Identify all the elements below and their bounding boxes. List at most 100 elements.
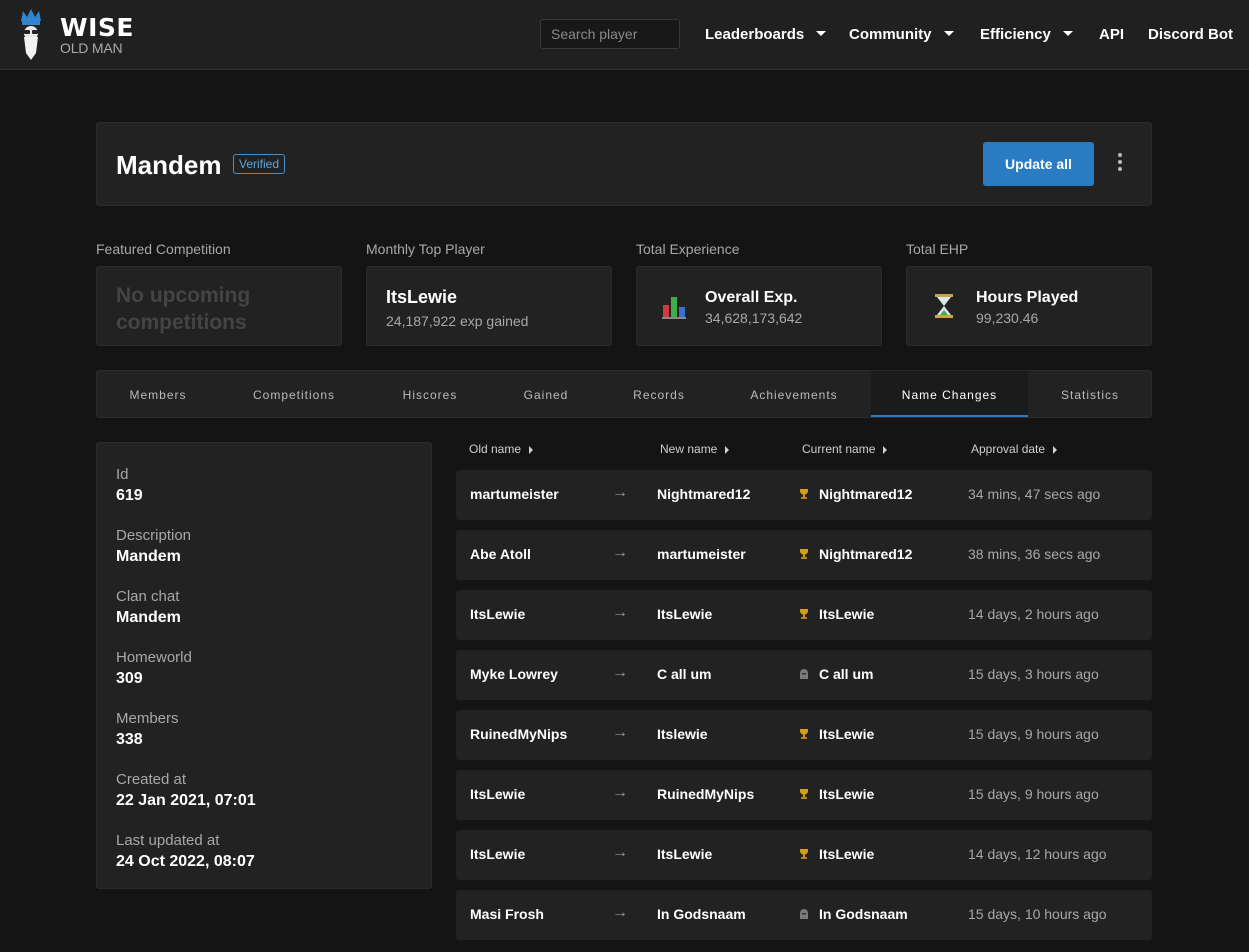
hours-played-value: 99,230.46 bbox=[976, 310, 1039, 326]
detail-created-label: Created at bbox=[116, 771, 187, 788]
current-name-cell[interactable]: C all um bbox=[819, 666, 873, 682]
sort-caret-icon bbox=[529, 446, 534, 454]
monthly-top-player-card[interactable]: ItsLewie 24,187,922 exp gained bbox=[366, 266, 612, 346]
table-row[interactable]: Masi Frosh → In Godsnaam In Godsnaam 15 days… bbox=[456, 890, 1152, 940]
total-ehp-label: Total EHP bbox=[906, 241, 969, 257]
tab-hiscores[interactable]: Hiscores bbox=[369, 371, 491, 417]
new-name-cell[interactable]: RuinedMyNips bbox=[657, 786, 754, 802]
featured-competition-card: No upcoming competitions bbox=[96, 266, 342, 346]
top-player-gained: 24,187,922 exp gained bbox=[386, 313, 529, 329]
old-name-cell[interactable]: ItsLewie bbox=[470, 606, 525, 622]
current-name-cell[interactable]: Nightmared12 bbox=[819, 486, 912, 502]
nav-community[interactable]: Community bbox=[849, 26, 954, 43]
update-all-button[interactable]: Update all bbox=[983, 142, 1094, 186]
nav-api[interactable]: API bbox=[1099, 26, 1124, 43]
arrow-right-icon: → bbox=[612, 904, 628, 921]
approval-date-cell: 15 days, 9 hours ago bbox=[968, 726, 1099, 742]
approval-date-cell: 15 days, 9 hours ago bbox=[968, 786, 1099, 802]
helm-icon bbox=[799, 668, 809, 680]
old-name-cell[interactable]: ItsLewie bbox=[470, 786, 525, 802]
detail-clanchat-value: Mandem bbox=[116, 609, 181, 626]
more-options-icon[interactable] bbox=[1108, 150, 1132, 178]
header-approval-date[interactable]: Approval date bbox=[971, 442, 1058, 456]
nav-discord-bot[interactable]: Discord Bot bbox=[1148, 26, 1233, 43]
table-row[interactable]: Abe Atoll → martumeister Nightmared12 38 min… bbox=[456, 530, 1152, 580]
featured-competition-label: Featured Competition bbox=[96, 241, 231, 257]
new-name-cell[interactable]: C all um bbox=[657, 666, 711, 682]
chevron-down-icon bbox=[816, 31, 827, 36]
group-header: Mandem Verified Update all bbox=[96, 122, 1152, 206]
total-experience-label: Total Experience bbox=[636, 241, 740, 257]
old-name-cell[interactable]: Abe Atoll bbox=[470, 546, 531, 562]
table-row[interactable]: martumeister → Nightmared12 Nightmared12 34 … bbox=[456, 470, 1152, 520]
new-name-cell[interactable]: ItsLewie bbox=[657, 606, 712, 622]
table-row[interactable]: ItsLewie → ItsLewie ItsLewie 14 days, 2 hour… bbox=[456, 590, 1152, 640]
current-name-cell[interactable]: Nightmared12 bbox=[819, 546, 912, 562]
tab-achievements[interactable]: Achievements bbox=[717, 371, 871, 417]
old-name-cell[interactable]: martumeister bbox=[470, 486, 559, 502]
table-row[interactable]: Myke Lowrey → C all um C all um 15 days, 3 h… bbox=[456, 650, 1152, 700]
sort-caret-icon bbox=[725, 446, 730, 454]
total-experience-card: Overall Exp. 34,628,173,642 bbox=[636, 266, 882, 346]
detail-created-value: 22 Jan 2021, 07:01 bbox=[116, 792, 256, 809]
monthly-top-player-label: Monthly Top Player bbox=[366, 241, 485, 257]
table-row[interactable]: ItsLewie → RuinedMyNips ItsLewie 15 days, 9 … bbox=[456, 770, 1152, 820]
current-name-cell[interactable]: ItsLewie bbox=[819, 786, 874, 802]
current-name-cell[interactable]: In Godsnaam bbox=[819, 906, 908, 922]
new-name-cell[interactable]: Itslewie bbox=[657, 726, 708, 742]
detail-id-value: 619 bbox=[116, 487, 143, 504]
nav-leaderboards[interactable]: Leaderboards bbox=[705, 26, 827, 43]
trophy-icon bbox=[799, 788, 809, 800]
tab-competitions[interactable]: Competitions bbox=[219, 371, 369, 417]
table-row[interactable]: ItsLewie → ItsLewie ItsLewie 14 days, 12 hou… bbox=[456, 830, 1152, 880]
nav-community-label: Community bbox=[849, 26, 932, 43]
table-row[interactable]: RuinedMyNips → Itslewie ItsLewie 15 days, 9 … bbox=[456, 710, 1152, 760]
logo-subtitle: OLD MAN bbox=[60, 40, 123, 56]
old-name-cell[interactable]: Myke Lowrey bbox=[470, 666, 558, 682]
nav-efficiency[interactable]: Efficiency bbox=[980, 26, 1073, 43]
header-new-name-label: New name bbox=[660, 442, 718, 456]
detail-homeworld-value: 309 bbox=[116, 670, 143, 687]
header-old-name[interactable]: Old name bbox=[469, 442, 534, 456]
approval-date-cell: 14 days, 12 hours ago bbox=[968, 846, 1107, 862]
tab-records[interactable]: Records bbox=[601, 371, 717, 417]
search-player-input[interactable] bbox=[540, 19, 680, 49]
old-name-cell[interactable]: Masi Frosh bbox=[470, 906, 544, 922]
trophy-icon bbox=[799, 848, 809, 860]
detail-members-value: 338 bbox=[116, 731, 143, 748]
logo-text[interactable]: WISE OLD MAN bbox=[60, 15, 134, 56]
approval-date-cell: 15 days, 3 hours ago bbox=[968, 666, 1099, 682]
arrow-right-icon: → bbox=[612, 484, 628, 501]
tab-name-changes[interactable]: Name Changes bbox=[871, 371, 1028, 417]
old-name-cell[interactable]: RuinedMyNips bbox=[470, 726, 567, 742]
trophy-icon bbox=[799, 608, 809, 620]
tab-gained[interactable]: Gained bbox=[491, 371, 601, 417]
current-name-cell[interactable]: ItsLewie bbox=[819, 846, 874, 862]
header-new-name[interactable]: New name bbox=[660, 442, 730, 456]
new-name-cell[interactable]: martumeister bbox=[657, 546, 746, 562]
new-name-cell[interactable]: In Godsnaam bbox=[657, 906, 746, 922]
new-name-cell[interactable]: ItsLewie bbox=[657, 846, 712, 862]
nav-efficiency-label: Efficiency bbox=[980, 26, 1051, 43]
top-player-name: ItsLewie bbox=[386, 287, 458, 307]
detail-clanchat-label: Clan chat bbox=[116, 588, 180, 605]
detail-description-label: Description bbox=[116, 527, 192, 544]
current-name-cell[interactable]: ItsLewie bbox=[819, 606, 874, 622]
header-current-name[interactable]: Current name bbox=[802, 442, 888, 456]
overall-skill-icon bbox=[662, 297, 686, 319]
trophy-icon bbox=[799, 548, 809, 560]
wise-old-man-logo-icon[interactable] bbox=[18, 9, 44, 61]
hourglass-icon bbox=[935, 294, 953, 318]
detail-description-value: Mandem bbox=[116, 548, 181, 565]
tab-statistics[interactable]: Statistics bbox=[1028, 371, 1152, 417]
sort-caret-icon bbox=[1053, 446, 1058, 454]
chevron-down-icon bbox=[943, 31, 954, 36]
new-name-cell[interactable]: Nightmared12 bbox=[657, 486, 750, 502]
tab-members[interactable]: Members bbox=[97, 371, 219, 417]
old-name-cell[interactable]: ItsLewie bbox=[470, 846, 525, 862]
current-name-cell[interactable]: ItsLewie bbox=[819, 726, 874, 742]
header-approval-date-label: Approval date bbox=[971, 442, 1046, 456]
approval-date-cell: 14 days, 2 hours ago bbox=[968, 606, 1099, 622]
arrow-right-icon: → bbox=[612, 844, 628, 861]
sort-caret-icon bbox=[883, 446, 888, 454]
